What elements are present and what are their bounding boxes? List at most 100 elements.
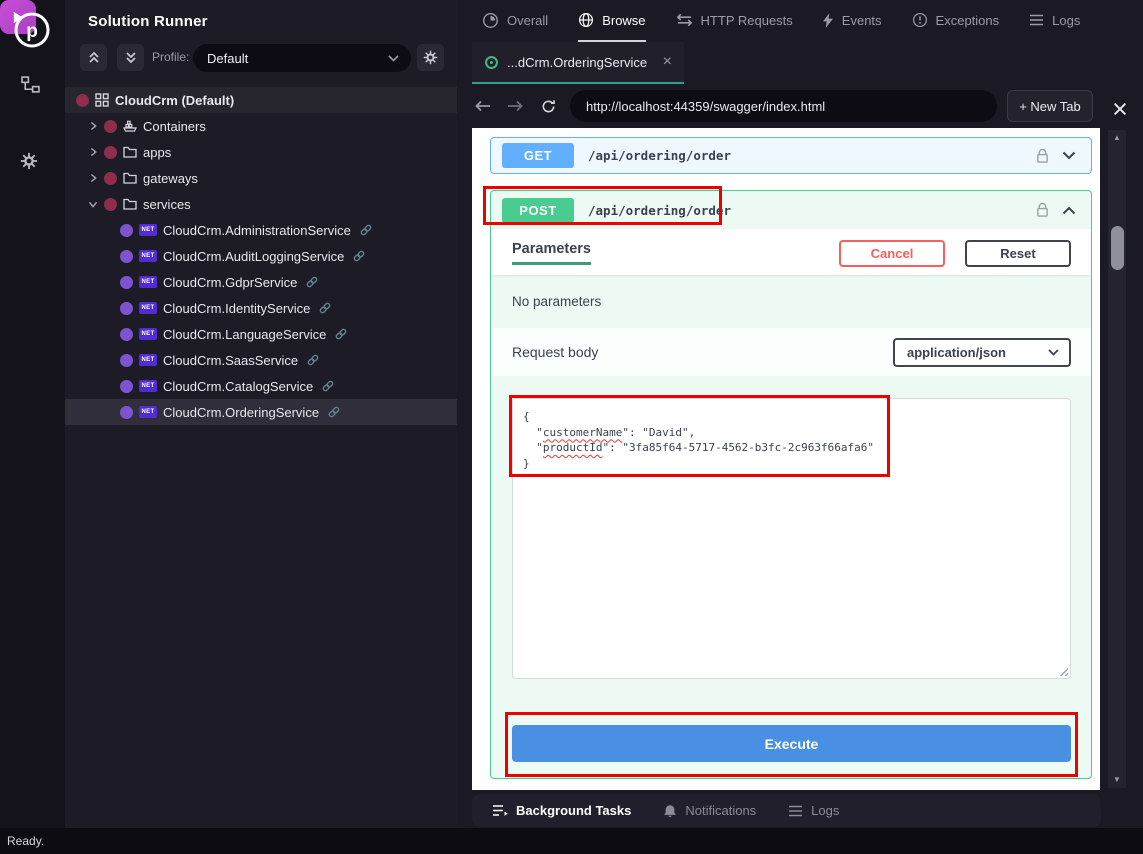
url-text: http://localhost:44359/swagger/index.htm… [586,99,825,114]
tree-item-cloudcrm-root[interactable]: CloudCrm (Default) [65,87,457,113]
tree-item-label: CloudCrm.AuditLoggingService [163,249,344,264]
lock-icon[interactable] [1036,148,1049,164]
endpoint-link-icon[interactable] [305,275,319,289]
swagger-post-header[interactable]: POST /api/ordering/order [491,191,1091,229]
tree-item-services[interactable]: services [65,191,457,217]
execute-band: Execute [491,699,1091,778]
tree-item-service-saas[interactable]: NET CloudCrm.SaasService [65,347,457,373]
media-type-select[interactable]: application/json [893,338,1071,367]
tab-overall[interactable]: Overall [482,0,548,42]
endpoint-link-icon[interactable] [321,379,335,393]
notifications-item[interactable]: Notifications [663,803,756,818]
tree-item-gateways[interactable]: gateways [65,165,457,191]
media-type-value: application/json [907,345,1006,360]
tree-item-label: CloudCrm (Default) [115,93,234,108]
tree-item-service-ordering[interactable]: NET CloudCrm.OrderingService [65,399,457,425]
tab-http-requests[interactable]: HTTP Requests [676,0,793,42]
tree-item-containers[interactable]: Containers [65,113,457,139]
scroll-down-arrow[interactable]: ▼ [1108,775,1126,785]
http-requests-icon [676,13,693,27]
endpoint-link-icon[interactable] [327,405,341,419]
chevron-right-icon[interactable] [88,121,98,131]
tree-item-service-auditlogging[interactable]: NET CloudCrm.AuditLoggingService [65,243,457,269]
tree-item-apps[interactable]: apps [65,139,457,165]
lock-icon[interactable] [1036,202,1049,218]
new-tab-button[interactable]: + New Tab [1007,90,1093,122]
forward-button[interactable] [502,93,528,119]
parameters-title: Parameters [512,241,591,265]
solution-tree: CloudCrm (Default) Containers apps gatew… [65,87,457,425]
request-body-text: { "customerName": "David", "productId": … [513,399,1070,471]
collapse-all-button[interactable] [80,44,107,71]
profile-settings-button[interactable] [417,44,444,71]
service-favicon-icon [484,55,499,70]
tree-item-label: CloudCrm.LanguageService [163,327,326,342]
no-parameters-text: No parameters [491,275,1091,328]
endpoint-link-icon[interactable] [306,353,320,367]
cancel-button[interactable]: Cancel [839,240,945,267]
tools-icon[interactable] [1107,96,1133,122]
bottom-item-label: Notifications [685,803,756,818]
tree-item-service-catalog[interactable]: NET CloudCrm.CatalogService [65,373,457,399]
expand-chevron-icon[interactable] [1062,151,1076,160]
dotnet-badge: NET [139,354,157,366]
swagger-get-operation[interactable]: GET /api/ordering/order [490,137,1092,174]
browser-tab-orderingservice[interactable]: ...dCrm.OrderingService × [472,42,684,84]
settings-gear-icon[interactable] [20,152,38,170]
tab-close-icon[interactable]: × [663,53,672,71]
refresh-button[interactable] [535,93,561,119]
execute-button[interactable]: Execute [512,725,1071,762]
get-path: /api/ordering/order [588,148,731,163]
back-arrow-icon [475,100,491,112]
vertical-scrollbar[interactable]: ▲ ▼ [1108,130,1126,788]
resize-handle[interactable] [1058,666,1068,676]
service-circle-icon [120,406,133,419]
back-button[interactable] [470,93,496,119]
sidebar-title: Solution Runner [88,13,208,30]
reset-button[interactable]: Reset [965,240,1071,267]
post-path: /api/ordering/order [588,203,731,218]
chevron-right-icon[interactable] [88,147,98,157]
request-body-input[interactable]: { "customerName": "David", "productId": … [512,398,1071,679]
chevron-down-icon[interactable] [88,201,98,208]
tab-logs[interactable]: Logs [1029,0,1080,42]
logs-icon [1029,14,1044,26]
tab-label: Logs [1052,13,1080,28]
tree-item-service-gdpr[interactable]: NET CloudCrm.GdprService [65,269,457,295]
browse-globe-icon [578,12,594,28]
scrollbar-thumb[interactable] [1111,226,1124,270]
url-input[interactable]: http://localhost:44359/swagger/index.htm… [570,90,997,122]
tree-item-service-administration[interactable]: NET CloudCrm.AdministrationService [65,217,457,243]
exceptions-icon [912,12,928,28]
profile-select[interactable]: Default [193,44,411,72]
logs-item[interactable]: Logs [788,803,839,818]
tree-item-label: CloudCrm.GdprService [163,275,297,290]
scroll-up-arrow[interactable]: ▲ [1108,133,1126,143]
tab-label: Exceptions [936,13,1000,28]
tab-label: Events [842,13,882,28]
tab-browse[interactable]: Browse [578,0,645,42]
tab-exceptions[interactable]: Exceptions [912,0,1000,42]
endpoint-link-icon[interactable] [359,223,373,237]
chevron-right-icon[interactable] [88,173,98,183]
solution-explorer-icon[interactable] [21,76,40,93]
tab-events[interactable]: Events [823,0,882,42]
endpoint-link-icon[interactable] [334,327,348,341]
endpoint-link-icon[interactable] [352,249,366,263]
background-tasks-item[interactable]: Background Tasks [492,803,631,818]
bottom-item-label: Logs [811,803,839,818]
collapse-chevron-icon[interactable] [1062,206,1076,215]
parameters-section-header: Parameters Cancel Reset [491,229,1091,275]
tree-item-service-language[interactable]: NET CloudCrm.LanguageService [65,321,457,347]
browser-viewport: GET /api/ordering/order POST /api/orderi… [472,128,1100,790]
solution-runner-window: p Solution Runner Profile: Default [0,0,1143,854]
tree-item-label: CloudCrm.CatalogService [163,379,313,394]
tree-item-service-identity[interactable]: NET CloudCrm.IdentityService [65,295,457,321]
endpoint-link-icon[interactable] [318,301,332,315]
request-body-section-header: Request body application/json [491,328,1091,376]
tree-item-label: CloudCrm.IdentityService [163,301,310,316]
app-logo-icon[interactable]: p [12,10,52,50]
post-method-badge: POST [502,198,574,223]
expand-all-button[interactable] [117,44,144,71]
background-tasks-icon [492,804,508,817]
